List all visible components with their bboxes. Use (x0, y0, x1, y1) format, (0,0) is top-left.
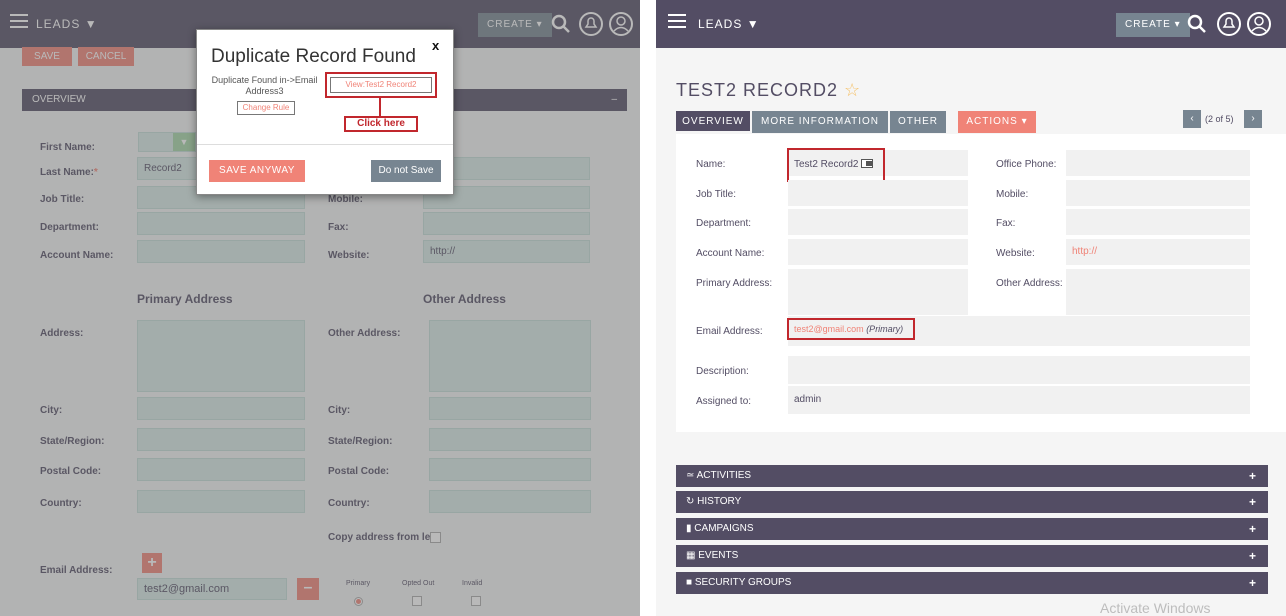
pane-divider (640, 0, 656, 616)
history-icon: ↻ (686, 496, 695, 507)
subpanel-history[interactable]: ↻ HISTORY + (676, 491, 1268, 513)
subpanel-activities-label: ACTIVITIES (696, 470, 752, 481)
other-address-label: Other Address: (996, 278, 1063, 289)
expand-icon[interactable]: + (1249, 545, 1256, 567)
next-record-button[interactable]: › (1244, 110, 1262, 128)
create-label: CREATE (1125, 19, 1171, 30)
actions-label: ACTIONS (966, 116, 1018, 127)
other-address-value (1066, 269, 1250, 315)
account-name-label: Account Name: (696, 248, 765, 259)
primary-address-value (788, 269, 968, 315)
assigned-to-value: admin (788, 386, 1250, 414)
fax-label: Fax: (996, 218, 1016, 229)
department-value (788, 209, 968, 235)
fax-value (1066, 209, 1250, 235)
calendar-icon: ▦ (686, 550, 696, 561)
subpanel-activities[interactable]: ≃ ACTIVITIES + (676, 465, 1268, 487)
pagination-text: (2 of 5) (1205, 114, 1234, 124)
website-label: Website: (996, 248, 1035, 259)
name-highlight (787, 148, 885, 182)
office-phone-value (1066, 150, 1250, 176)
subpanel-security-groups-label: SECURITY GROUPS (694, 577, 792, 588)
expand-icon[interactable]: + (1249, 518, 1256, 540)
close-icon[interactable]: x (432, 38, 439, 53)
expand-icon[interactable]: + (1249, 491, 1256, 513)
click-here-callout: Click here (344, 116, 418, 132)
change-rule-link[interactable]: Change Rule (237, 101, 295, 115)
top-navbar: LEADS ▼ CREATE ▾ (656, 0, 1286, 48)
lock-icon: ■ (686, 577, 693, 588)
record-title: TEST2 RECORD2 ☆ (676, 80, 861, 101)
notifications-icon[interactable] (1216, 11, 1242, 37)
activate-windows-watermark: Activate Windows (1100, 600, 1211, 616)
dialog-divider (197, 144, 453, 145)
subpanel-events-label: EVENTS (698, 550, 739, 561)
mobile-value (1066, 180, 1250, 206)
callout-line (379, 98, 381, 116)
edit-view-pane: LEADS ▼ CREATE ▾ SAVE CANCEL OVERVIEW – … (0, 0, 640, 616)
job-title-value (788, 180, 968, 206)
view-record-link[interactable]: View:Test2 Record2 (330, 77, 432, 93)
email-highlight (787, 318, 915, 340)
dialog-title: Duplicate Record Found (211, 46, 416, 67)
duplicate-found-text: Duplicate Found in->Email Address3 (211, 75, 318, 96)
expand-icon[interactable]: + (1249, 465, 1256, 487)
megaphone-icon: ▮ (686, 523, 692, 534)
expand-icon[interactable]: + (1249, 572, 1256, 594)
email-label: Email Address: (696, 326, 763, 337)
subpanel-history-label: HISTORY (697, 496, 742, 507)
tab-more-information[interactable]: MORE INFORMATION (752, 111, 888, 133)
office-phone-label: Office Phone: (996, 159, 1057, 170)
description-label: Description: (696, 366, 749, 377)
primary-address-label: Primary Address: (696, 278, 773, 289)
job-title-label: Job Title: (696, 189, 737, 200)
search-icon[interactable] (1186, 13, 1208, 35)
prev-record-button[interactable]: ‹ (1183, 110, 1201, 128)
favorite-star-icon[interactable]: ☆ (844, 80, 861, 100)
module-menu[interactable]: LEADS ▼ (698, 17, 760, 31)
user-avatar-icon[interactable] (1246, 11, 1272, 37)
do-not-save-button[interactable]: Do not Save (371, 160, 441, 182)
module-label: LEADS (698, 17, 743, 31)
assigned-to-label: Assigned to: (696, 396, 752, 407)
save-anyway-button[interactable]: SAVE ANYWAY (209, 160, 305, 182)
detail-view-pane: LEADS ▼ CREATE ▾ TEST2 RECORD2 ☆ OVERVIE… (656, 0, 1286, 616)
tab-overview[interactable]: OVERVIEW (676, 111, 750, 133)
record-title-text: TEST2 RECORD2 (676, 80, 839, 100)
name-label: Name: (696, 159, 726, 170)
account-name-value (788, 239, 968, 265)
tab-actions[interactable]: ACTIONS ▾ (958, 111, 1036, 133)
duplicate-record-dialog: Duplicate Record Found x Duplicate Found… (196, 29, 454, 195)
department-label: Department: (696, 218, 752, 229)
website-link[interactable]: http:// (1066, 239, 1250, 265)
caret-down-icon: ▼ (746, 17, 760, 31)
description-value (788, 356, 1250, 384)
create-button[interactable]: CREATE ▾ (1116, 13, 1190, 37)
menu-icon[interactable] (668, 14, 686, 28)
subpanel-campaigns[interactable]: ▮ CAMPAIGNS + (676, 518, 1268, 540)
tab-other[interactable]: OTHER (890, 111, 946, 133)
activities-icon: ≃ (686, 470, 695, 481)
subpanel-events[interactable]: ▦ EVENTS + (676, 545, 1268, 567)
subpanel-campaigns-label: CAMPAIGNS (694, 523, 754, 534)
mobile-label: Mobile: (996, 189, 1029, 200)
subpanel-security-groups[interactable]: ■ SECURITY GROUPS + (676, 572, 1268, 594)
